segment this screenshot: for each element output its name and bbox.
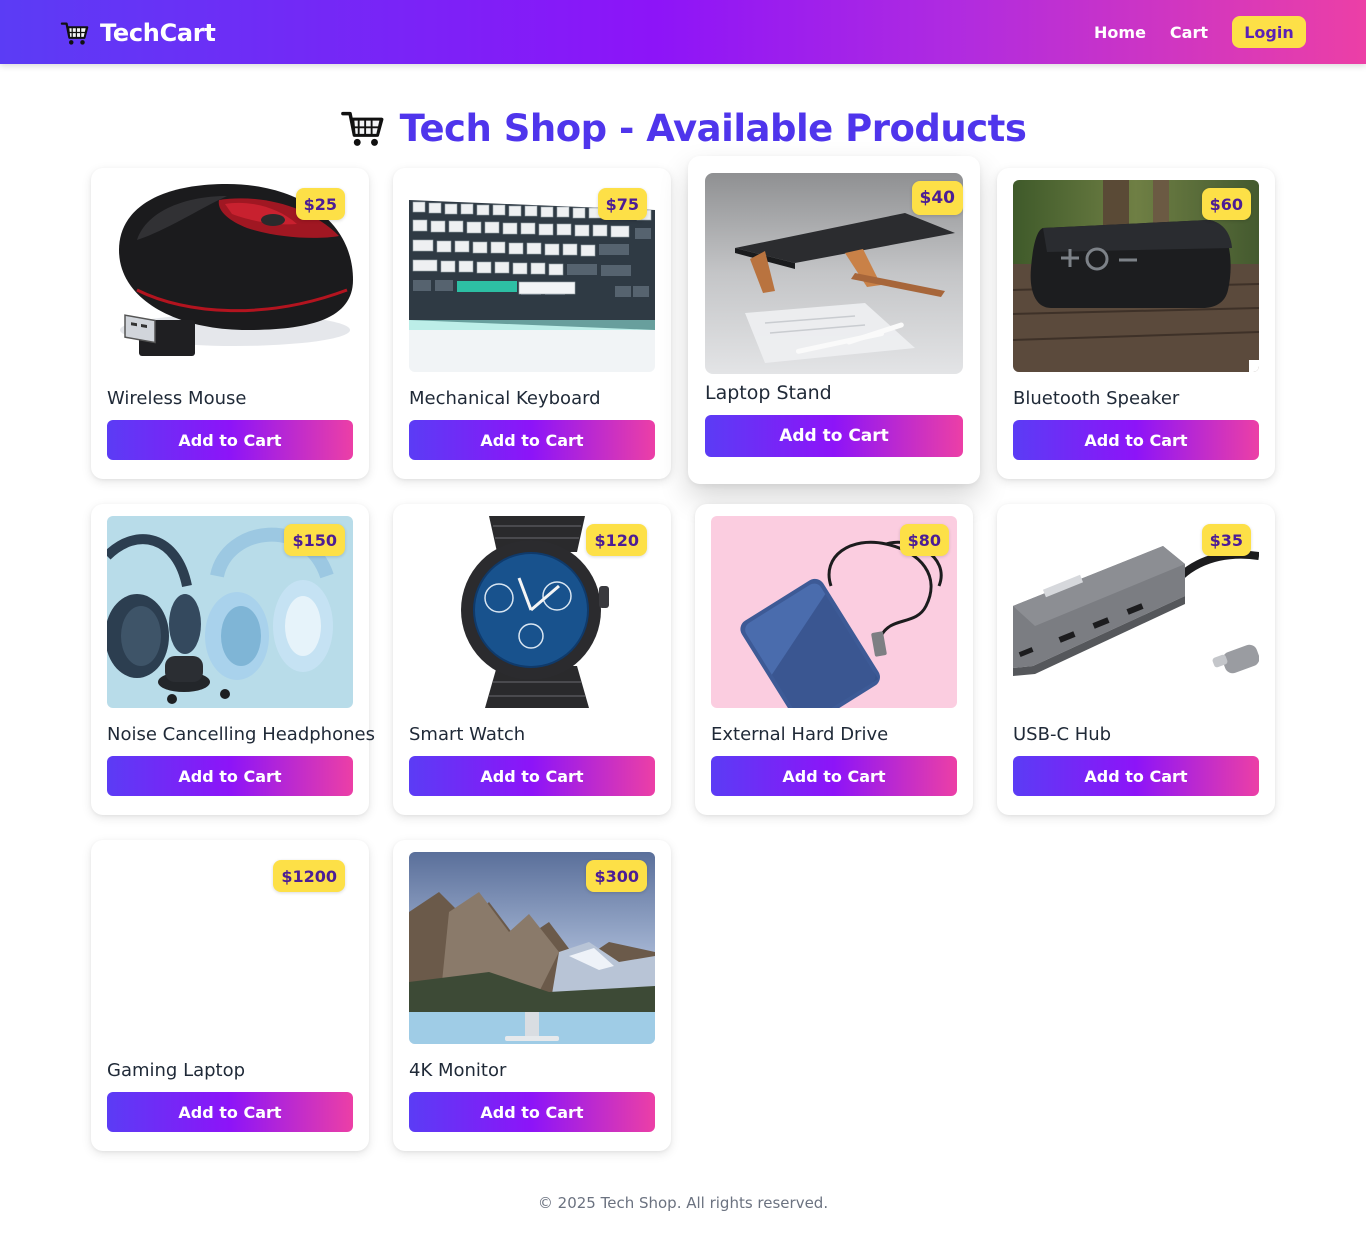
price-badge: $80 (899, 524, 949, 556)
nav-link-home[interactable]: Home (1094, 23, 1146, 42)
footer: © 2025 Tech Shop. All rights reserved. (0, 1194, 1366, 1212)
price-badge: $35 (1201, 524, 1251, 556)
product-name: Mechanical Keyboard (409, 388, 601, 409)
product-name: USB-C Hub (1013, 724, 1112, 745)
product-card-external-hard-drive: $80 External Hard Drive Add to Cart (695, 504, 973, 815)
price-badge: $40 (911, 181, 963, 215)
product-name: 4K Monitor (409, 1060, 507, 1081)
price-badge: $25 (295, 188, 345, 220)
price-badge: $300 (586, 860, 647, 892)
product-card-laptop-stand: $40 Laptop Stand Add to Cart (688, 156, 980, 484)
price-badge: $1200 (273, 860, 345, 892)
add-to-cart-button-gaming-laptop[interactable]: Add to Cart (107, 1092, 353, 1132)
price-badge: $150 (284, 524, 345, 556)
page-title-text: Tech Shop - Available Products (399, 106, 1027, 150)
product-card-smart-watch: $120 Smart Watch Add to Cart (393, 504, 671, 815)
shopping-cart-icon (60, 22, 89, 45)
price-badge: $75 (597, 188, 647, 220)
add-to-cart-button-bluetooth-speaker[interactable]: Add to Cart (1013, 420, 1259, 460)
product-name: Smart Watch (409, 724, 526, 745)
product-card-mechanical-keyboard: $75 Mechanical Keyboard Add to Cart (393, 168, 671, 479)
add-to-cart-button-usb-c-hub[interactable]: Add to Cart (1013, 756, 1259, 796)
product-card-4k-monitor: $300 4K Monitor Add to Cart (393, 840, 671, 1151)
add-to-cart-button-4k-monitor[interactable]: Add to Cart (409, 1092, 655, 1132)
page-title: Tech Shop - Available Products (0, 100, 1366, 156)
product-card-usb-c-hub: $35 USB-C Hub Add to Cart (997, 504, 1275, 815)
product-name: Noise Cancelling Headphones (107, 724, 375, 745)
add-to-cart-button-mechanical-keyboard[interactable]: Add to Cart (409, 420, 655, 460)
add-to-cart-button-external-hard-drive[interactable]: Add to Cart (711, 756, 957, 796)
login-button[interactable]: Login (1232, 16, 1306, 48)
product-name: Bluetooth Speaker (1013, 388, 1180, 409)
add-to-cart-button-noise-cancelling-headphones[interactable]: Add to Cart (107, 756, 353, 796)
footer-text: © 2025 Tech Shop. All rights reserved. (537, 1194, 829, 1212)
product-card-gaming-laptop: $1200 Gaming Laptop Add to Cart (91, 840, 369, 1151)
add-to-cart-button-laptop-stand[interactable]: Add to Cart (705, 415, 963, 457)
product-card-bluetooth-speaker: $60 Bluetooth Speaker Add to Cart (997, 168, 1275, 479)
nav-links: Home Cart Login (1094, 16, 1306, 48)
brand[interactable]: TechCart (60, 16, 216, 50)
add-to-cart-button-smart-watch[interactable]: Add to Cart (409, 756, 655, 796)
product-name: Laptop Stand (705, 382, 832, 404)
product-name: Gaming Laptop (107, 1060, 246, 1081)
price-badge: $60 (1201, 188, 1251, 220)
product-name: Wireless Mouse (107, 388, 247, 409)
price-badge: $120 (586, 524, 647, 556)
shopping-cart-icon (340, 111, 384, 146)
product-card-noise-cancelling-headphones: $150 Noise Cancelling Headphones Add to … (91, 504, 375, 815)
product-card-wireless-mouse: $25 Wireless Mouse Add to Cart (91, 168, 369, 479)
brand-name: TechCart (100, 19, 216, 47)
nav-link-cart[interactable]: Cart (1170, 23, 1208, 42)
navbar: TechCart Home Cart Login (0, 0, 1366, 64)
product-name: External Hard Drive (711, 724, 889, 745)
add-to-cart-button-wireless-mouse[interactable]: Add to Cart (107, 420, 353, 460)
